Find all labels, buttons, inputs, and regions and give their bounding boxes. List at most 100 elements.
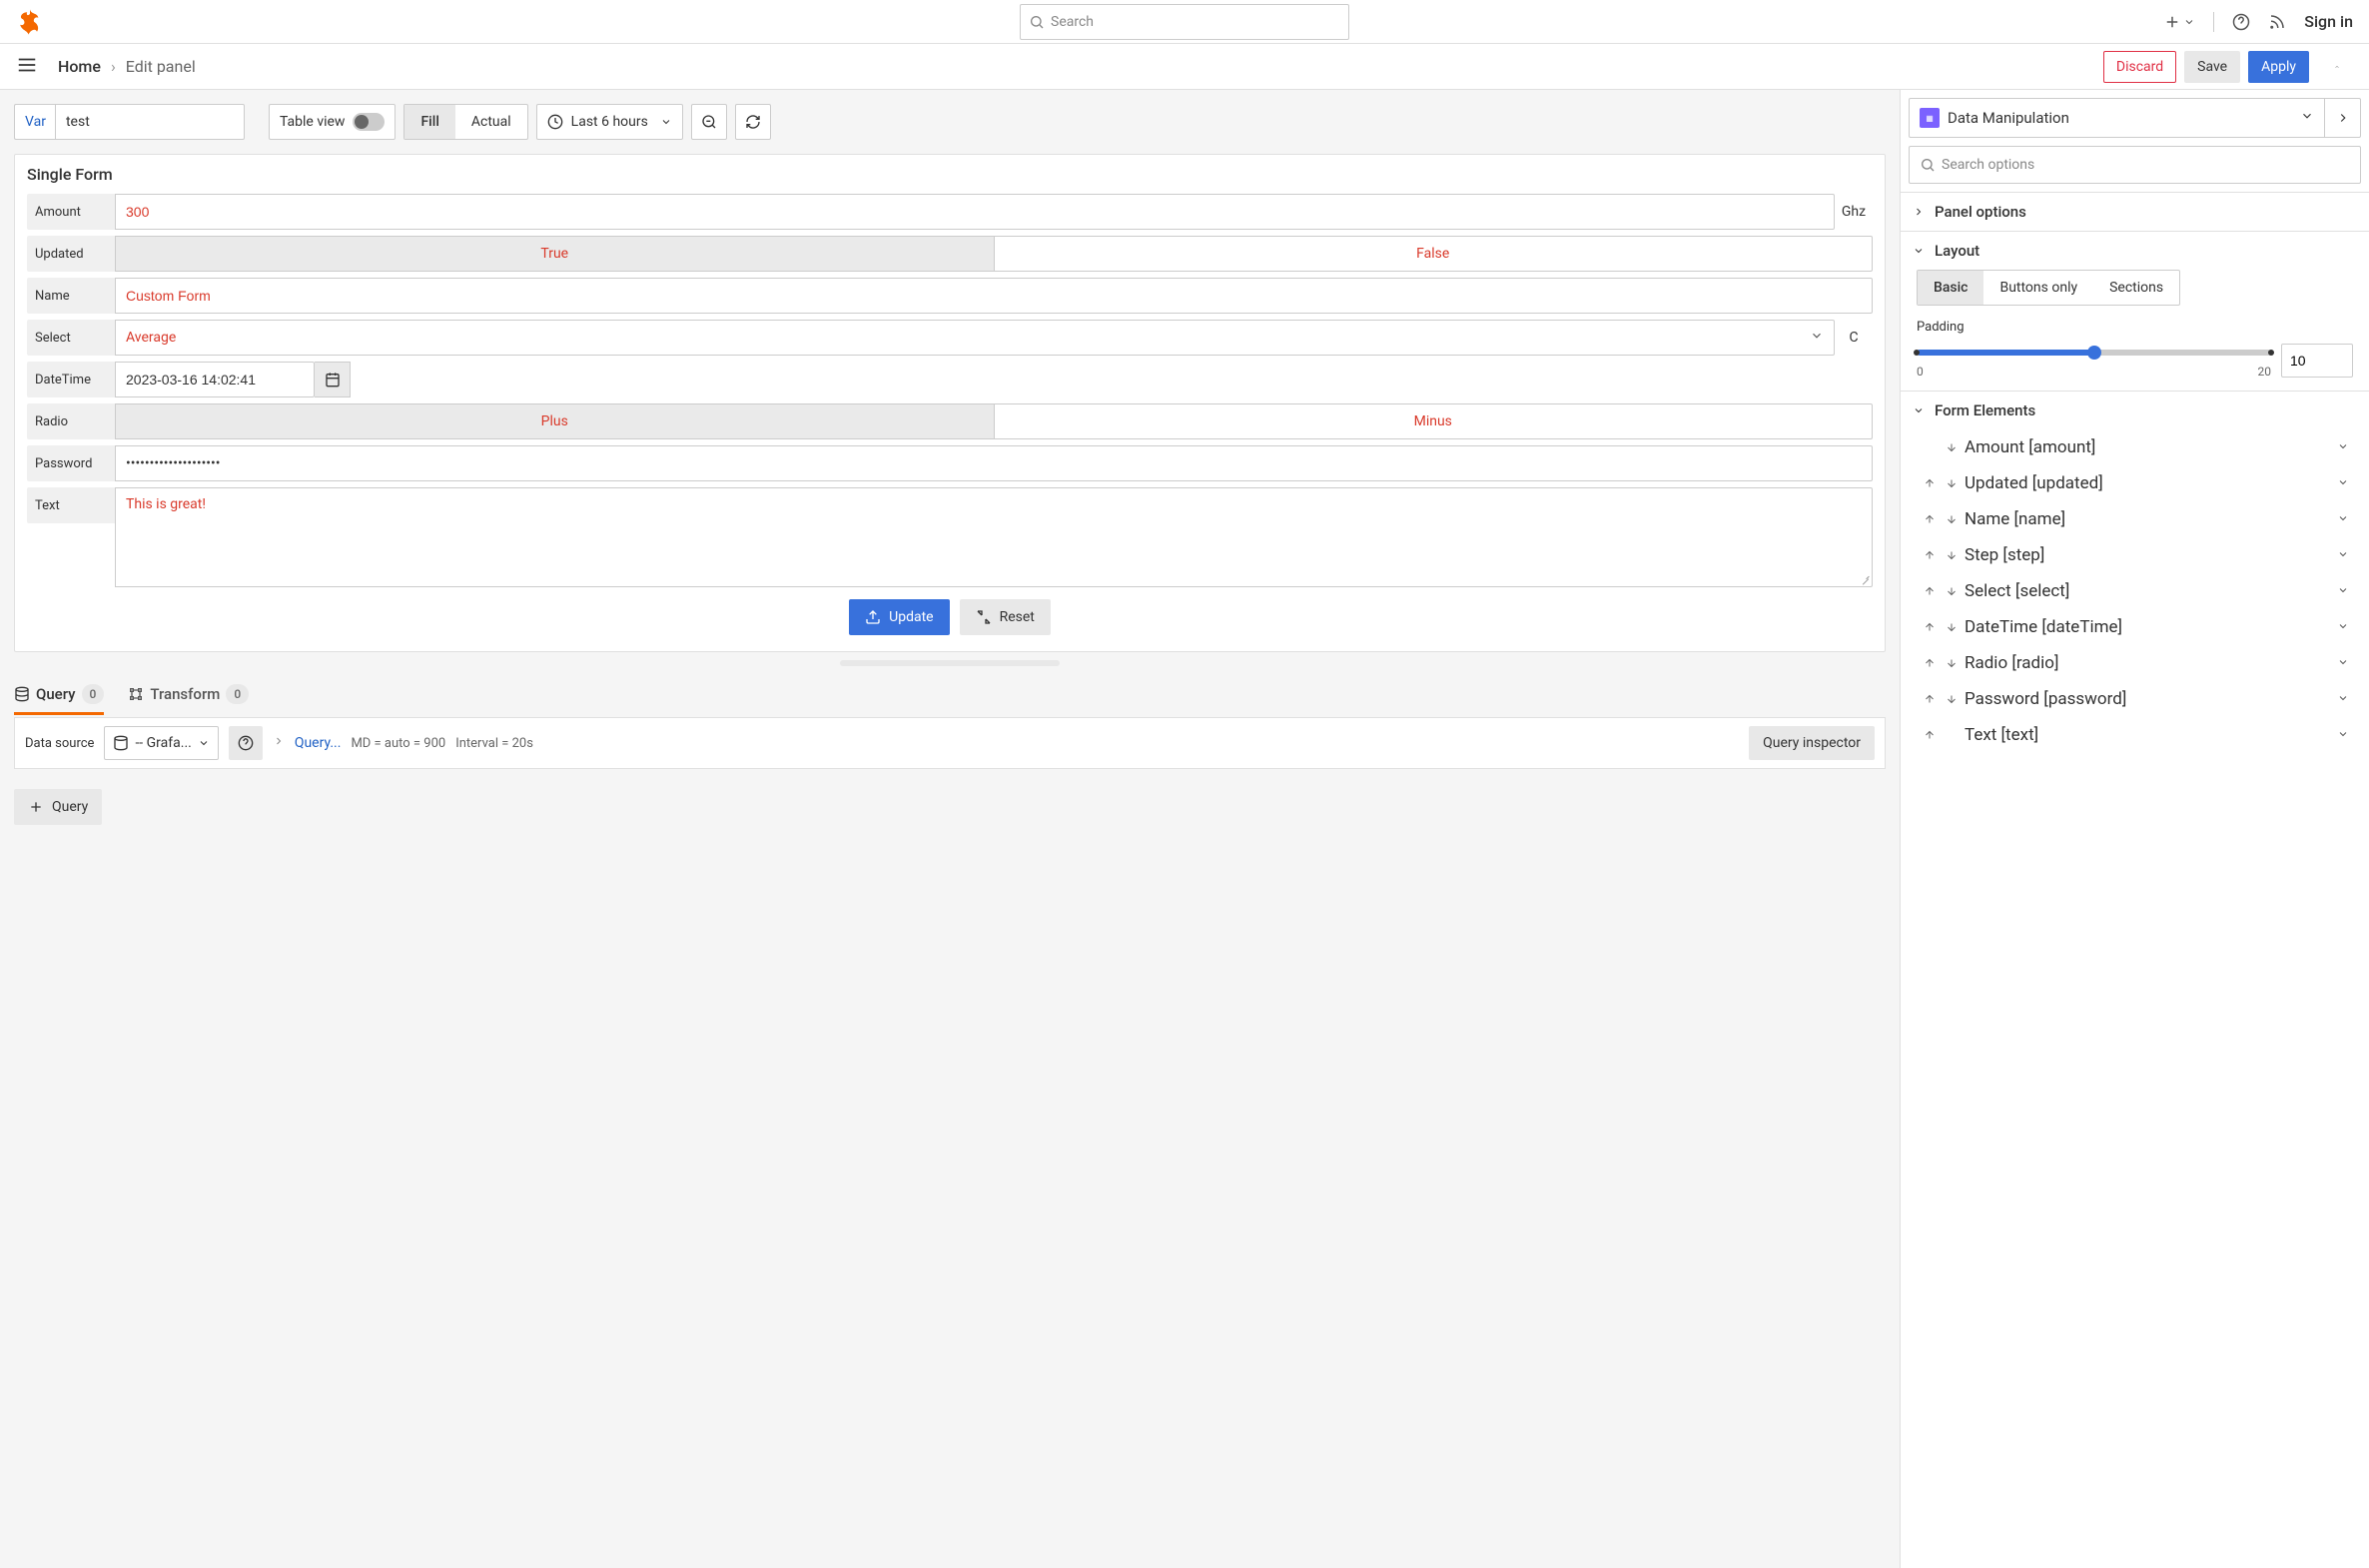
signin-link[interactable]: Sign in xyxy=(2304,12,2353,31)
chevron-down-icon[interactable] xyxy=(2337,545,2349,565)
move-up-icon[interactable] xyxy=(1921,621,1939,633)
fill-option[interactable]: Fill xyxy=(404,105,454,139)
section-form-elements[interactable]: Form Elements xyxy=(1901,392,2369,429)
move-up-icon[interactable] xyxy=(1921,693,1939,705)
chevron-down-icon[interactable] xyxy=(2337,509,2349,529)
plugin-name: Data Manipulation xyxy=(1948,109,2069,127)
name-input[interactable] xyxy=(115,278,1873,314)
divider xyxy=(2213,12,2214,32)
amount-input[interactable] xyxy=(115,194,1835,230)
move-down-icon[interactable] xyxy=(1943,585,1961,597)
zoom-out-button[interactable] xyxy=(691,104,727,140)
grafana-logo xyxy=(16,8,44,36)
reset-button[interactable]: Reset xyxy=(960,599,1051,635)
datasource-select[interactable]: -- Grafa... xyxy=(104,726,218,760)
layout-buttons-only[interactable]: Buttons only xyxy=(1983,271,2093,305)
form-element-item[interactable]: Name [name] xyxy=(1917,501,2353,537)
collapse-button[interactable] xyxy=(2321,51,2353,83)
datasource-help-button[interactable] xyxy=(229,726,263,760)
crumb-home[interactable]: Home xyxy=(58,57,101,76)
radio-label: Radio xyxy=(27,403,115,439)
refresh-button[interactable] xyxy=(735,104,771,140)
query-inspector-button[interactable]: Query inspector xyxy=(1749,726,1875,760)
viz-picker[interactable]: ▦ Data Manipulation xyxy=(1909,98,2361,138)
move-down-icon[interactable] xyxy=(1943,549,1961,561)
move-up-icon[interactable] xyxy=(1921,513,1939,525)
table-view-toggle[interactable]: Table view xyxy=(269,104,396,140)
chevron-down-icon[interactable] xyxy=(2337,725,2349,745)
tab-transform[interactable]: Transform 0 xyxy=(128,678,249,715)
chevron-down-icon[interactable] xyxy=(2337,437,2349,457)
select-input[interactable]: Average xyxy=(115,320,1835,356)
form-element-label: Updated [updated] xyxy=(1965,473,2103,493)
move-down-icon[interactable] xyxy=(1943,513,1961,525)
move-down-icon[interactable] xyxy=(1943,441,1961,453)
updated-true[interactable]: True xyxy=(116,237,994,271)
variable-input[interactable]: test xyxy=(55,104,245,140)
chevron-down-icon[interactable] xyxy=(2337,653,2349,673)
layout-basic[interactable]: Basic xyxy=(1918,271,1983,305)
layout-sections[interactable]: Sections xyxy=(2093,271,2179,305)
form-element-item[interactable]: Radio [radio] xyxy=(1917,645,2353,681)
help-icon[interactable] xyxy=(2232,13,2250,31)
move-up-icon[interactable] xyxy=(1921,585,1939,597)
form-element-label: Radio [radio] xyxy=(1965,653,2058,673)
add-query-button[interactable]: Query xyxy=(14,789,102,825)
time-range-picker[interactable]: Last 6 hours xyxy=(536,104,683,140)
viz-next-button[interactable] xyxy=(2324,99,2360,137)
chevron-down-icon[interactable] xyxy=(2337,689,2349,709)
query-expand-chevron[interactable] xyxy=(273,735,285,751)
crumb-sep: › xyxy=(111,57,116,76)
variable-label[interactable]: Var xyxy=(14,104,56,140)
options-search[interactable]: Search options xyxy=(1909,146,2361,184)
move-up-icon[interactable] xyxy=(1921,657,1939,669)
move-down-icon[interactable] xyxy=(1943,693,1961,705)
section-layout[interactable]: Layout xyxy=(1901,232,2369,270)
move-up-icon[interactable] xyxy=(1921,477,1939,489)
resize-handle[interactable] xyxy=(1860,574,1870,584)
form-element-item[interactable]: Amount [amount] xyxy=(1917,429,2353,465)
radio-minus[interactable]: Minus xyxy=(994,404,1873,438)
updated-false[interactable]: False xyxy=(994,237,1873,271)
move-down-icon[interactable] xyxy=(1943,657,1961,669)
chevron-down-icon[interactable] xyxy=(2337,617,2349,637)
form-element-item[interactable]: Password [password] xyxy=(1917,681,2353,717)
discard-button[interactable]: Discard xyxy=(2103,51,2176,83)
padding-slider[interactable] xyxy=(1917,343,2271,363)
move-down-icon[interactable] xyxy=(1943,621,1961,633)
radio-plus[interactable]: Plus xyxy=(116,404,994,438)
form-element-item[interactable]: Text [text] xyxy=(1917,717,2353,753)
text-textarea[interactable]: This is great! xyxy=(115,487,1873,587)
move-down-icon[interactable] xyxy=(1943,477,1961,489)
resize-bar[interactable] xyxy=(840,660,1060,666)
actual-option[interactable]: Actual xyxy=(455,105,527,139)
password-input[interactable]: •••••••••••••••••••• xyxy=(115,445,1873,481)
hamburger-icon[interactable] xyxy=(16,54,38,80)
reset-label: Reset xyxy=(1000,609,1035,625)
calendar-button[interactable] xyxy=(315,362,351,397)
toggle-switch[interactable] xyxy=(353,113,385,131)
chevron-down-icon[interactable] xyxy=(2337,473,2349,493)
form-element-label: Step [step] xyxy=(1965,545,2044,565)
section-panel-options[interactable]: Panel options xyxy=(1901,193,2369,231)
form-element-item[interactable]: Updated [updated] xyxy=(1917,465,2353,501)
form-element-item[interactable]: DateTime [dateTime] xyxy=(1917,609,2353,645)
apply-button[interactable]: Apply xyxy=(2248,51,2309,83)
global-search[interactable]: Search xyxy=(1020,4,1349,40)
add-menu[interactable] xyxy=(2163,13,2195,31)
save-button[interactable]: Save xyxy=(2184,51,2240,83)
form-element-label: Password [password] xyxy=(1965,689,2126,709)
datetime-input[interactable] xyxy=(115,362,315,397)
news-icon[interactable] xyxy=(2268,13,2286,31)
add-query-label: Query xyxy=(52,799,88,815)
move-up-icon[interactable] xyxy=(1921,729,1939,741)
form-element-item[interactable]: Step [step] xyxy=(1917,537,2353,573)
chevron-down-icon[interactable] xyxy=(2337,581,2349,601)
padding-input[interactable] xyxy=(2281,344,2353,378)
query-options-link[interactable]: Query... xyxy=(295,735,342,751)
move-up-icon[interactable] xyxy=(1921,549,1939,561)
tab-transform-count: 0 xyxy=(226,684,249,704)
tab-query[interactable]: Query 0 xyxy=(14,678,104,715)
update-button[interactable]: Update xyxy=(849,599,949,635)
form-element-item[interactable]: Select [select] xyxy=(1917,573,2353,609)
